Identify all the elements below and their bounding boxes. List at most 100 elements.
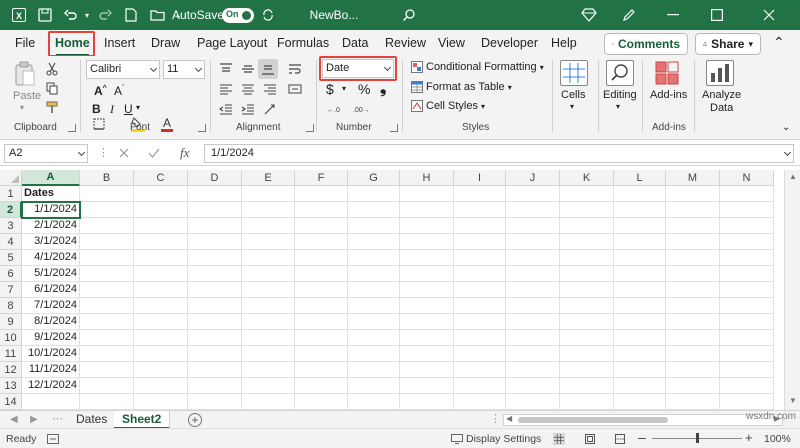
save-icon[interactable] (34, 0, 56, 30)
cell-f7[interactable] (295, 282, 348, 298)
cell-j10[interactable] (506, 330, 560, 346)
cell-h8[interactable] (400, 298, 454, 314)
cell-b10[interactable] (80, 330, 134, 346)
row-header-3[interactable]: 3 (0, 218, 22, 234)
cell-e6[interactable] (242, 266, 295, 282)
search-icon[interactable] (398, 0, 420, 30)
cell-b3[interactable] (80, 218, 134, 234)
cell-f6[interactable] (295, 266, 348, 282)
redo-icon[interactable] (94, 0, 116, 30)
cell-c2[interactable] (134, 202, 188, 218)
cell-f11[interactable] (295, 346, 348, 362)
column-header-m[interactable]: M (666, 170, 720, 186)
cell-c3[interactable] (134, 218, 188, 234)
cell-i11[interactable] (454, 346, 506, 362)
cell-b12[interactable] (80, 362, 134, 378)
cell-d2[interactable] (188, 202, 242, 218)
cell-d5[interactable] (188, 250, 242, 266)
row-header-10[interactable]: 10 (0, 330, 22, 346)
accessibility-icon[interactable] (46, 433, 60, 445)
cell-b11[interactable] (80, 346, 134, 362)
row-header-9[interactable]: 9 (0, 314, 22, 330)
row-header-8[interactable]: 8 (0, 298, 22, 314)
cell-f8[interactable] (295, 298, 348, 314)
tab-page-layout[interactable]: Page Layout (194, 34, 270, 54)
cells-icon[interactable] (560, 60, 588, 86)
cell-j5[interactable] (506, 250, 560, 266)
undo-icon[interactable] (60, 0, 82, 30)
copy-icon[interactable] (44, 80, 60, 96)
cell-j9[interactable] (506, 314, 560, 330)
merge-center-icon[interactable] (285, 80, 305, 98)
font-name-dropdown[interactable]: Calibri (86, 60, 160, 79)
scroll-thumb[interactable] (518, 417, 668, 423)
underline-icon[interactable]: U (124, 102, 133, 116)
font-launcher-icon[interactable] (198, 124, 206, 132)
cell-d8[interactable] (188, 298, 242, 314)
cell-i7[interactable] (454, 282, 506, 298)
cell-b2[interactable] (80, 202, 134, 218)
cell-g8[interactable] (348, 298, 400, 314)
comma-style-icon[interactable]: ❟ (380, 80, 386, 98)
conditional-formatting-icon[interactable] (410, 60, 424, 74)
file-name[interactable]: NewBo... (304, 0, 364, 30)
add-sheet-icon[interactable]: + (188, 413, 202, 427)
split-handle-icon[interactable]: ⋮ (490, 412, 501, 425)
cell-c5[interactable] (134, 250, 188, 266)
tab-view[interactable]: View (435, 34, 468, 54)
cell-l1[interactable] (614, 186, 666, 202)
normal-view-icon[interactable] (553, 433, 565, 445)
prev-sheet-icon[interactable]: ◀ (10, 414, 18, 425)
cell-h12[interactable] (400, 362, 454, 378)
insert-function-icon[interactable]: fx (180, 145, 189, 161)
cell-c10[interactable] (134, 330, 188, 346)
cell-c4[interactable] (134, 234, 188, 250)
cell-b1[interactable] (80, 186, 134, 202)
ribbon-options-icon[interactable]: ⌃ (770, 33, 788, 53)
column-header-n[interactable]: N (720, 170, 774, 186)
cell-m1[interactable] (666, 186, 720, 202)
cell-f13[interactable] (295, 378, 348, 394)
cell-d9[interactable] (188, 314, 242, 330)
tab-formulas[interactable]: Formulas (274, 34, 332, 54)
cell-d13[interactable] (188, 378, 242, 394)
column-header-i[interactable]: I (454, 170, 506, 186)
font-grow-icon[interactable]: A^ (94, 84, 107, 98)
zoom-in-button[interactable]: + (745, 430, 753, 445)
cell-n12[interactable] (720, 362, 774, 378)
cell-b6[interactable] (80, 266, 134, 282)
cell-h10[interactable] (400, 330, 454, 346)
cell-a14[interactable] (22, 394, 80, 410)
column-header-a[interactable]: A (22, 170, 80, 186)
cell-f3[interactable] (295, 218, 348, 234)
cell-a8[interactable]: 7/1/2024 (22, 298, 80, 314)
cell-l8[interactable] (614, 298, 666, 314)
cell-e4[interactable] (242, 234, 295, 250)
cell-i6[interactable] (454, 266, 506, 282)
cell-l2[interactable] (614, 202, 666, 218)
cell-c8[interactable] (134, 298, 188, 314)
increase-indent-icon[interactable] (238, 100, 258, 118)
cell-n5[interactable] (720, 250, 774, 266)
formula-input[interactable]: 1/1/2024 (204, 144, 794, 163)
cut-icon[interactable] (44, 61, 60, 77)
cell-d14[interactable] (188, 394, 242, 410)
cells-button[interactable]: Cells (561, 89, 585, 101)
analyze-data-label-2[interactable]: Data (710, 102, 733, 114)
italic-icon[interactable]: I (110, 102, 114, 117)
select-all-button[interactable] (0, 170, 22, 186)
format-as-table-button[interactable]: Format as Table ▾ (426, 81, 512, 93)
cell-g1[interactable] (348, 186, 400, 202)
cell-n4[interactable] (720, 234, 774, 250)
cell-d1[interactable] (188, 186, 242, 202)
format-as-table-icon[interactable] (410, 80, 424, 94)
font-color-icon[interactable]: A (160, 116, 174, 132)
cell-i10[interactable] (454, 330, 506, 346)
cell-styles-button[interactable]: Cell Styles ▾ (426, 100, 485, 112)
cell-d4[interactable] (188, 234, 242, 250)
close-icon[interactable] (752, 0, 786, 30)
cell-e8[interactable] (242, 298, 295, 314)
analyze-data-label-1[interactable]: Analyze (702, 89, 741, 101)
cell-h2[interactable] (400, 202, 454, 218)
cell-f9[interactable] (295, 314, 348, 330)
